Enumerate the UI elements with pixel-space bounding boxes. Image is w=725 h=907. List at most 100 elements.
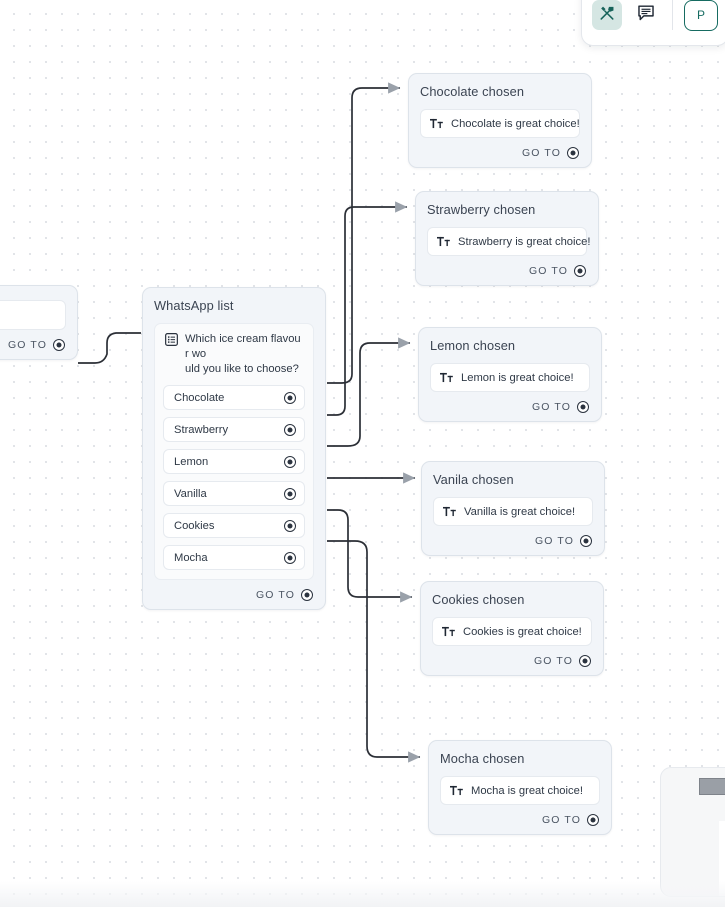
- goto-label: GO TO: [529, 265, 568, 277]
- flow-canvas[interactable]: GO TO WhatsApp list Which ice cream flav…: [0, 0, 725, 907]
- node-title: WhatsApp list: [154, 298, 234, 313]
- list-item[interactable]: Strawberry: [163, 417, 305, 442]
- target-dot-icon[interactable]: [574, 265, 586, 277]
- node-title: Mocha chosen: [440, 751, 525, 766]
- message-row[interactable]: Strawberry is great choice!: [427, 227, 591, 256]
- message-text: Chocolate is great choice!: [451, 117, 580, 130]
- message-text: Cookies is great choice!: [463, 625, 582, 638]
- target-dot-icon[interactable]: [587, 814, 599, 826]
- message-row[interactable]: Chocolate is great choice!: [420, 109, 580, 138]
- goto-row[interactable]: GO TO: [420, 147, 580, 159]
- list-item[interactable]: Cookies: [163, 513, 305, 538]
- node-title: Strawberry chosen: [427, 202, 536, 217]
- list-item[interactable]: Chocolate: [163, 385, 305, 410]
- goto-label: GO TO: [256, 589, 295, 601]
- target-dot-icon[interactable]: [580, 535, 592, 547]
- target-dot-icon[interactable]: [301, 589, 313, 601]
- list-icon: [165, 333, 178, 351]
- edge-chocolate: [327, 82, 401, 384]
- node-title: Vanila chosen: [433, 472, 514, 487]
- text-format-icon: [443, 505, 456, 518]
- node-vanilla-chosen[interactable]: Vanila chosen Vanilla is great choice! G…: [421, 461, 605, 556]
- goto-label: GO TO: [542, 814, 581, 826]
- minimap-viewport[interactable]: [719, 821, 725, 896]
- goto-row[interactable]: GO TO: [440, 814, 600, 826]
- text-format-icon: [440, 371, 453, 384]
- node-whatsapp-list[interactable]: WhatsApp list Which ice cream flavour wo…: [142, 287, 326, 610]
- message-text: Lemon is great choice!: [461, 371, 574, 384]
- prompt-row: Which ice cream flavour wo uld you like …: [163, 332, 305, 385]
- tools-button[interactable]: [592, 0, 622, 30]
- text-format-icon: [437, 235, 450, 248]
- list-item[interactable]: Mocha: [163, 545, 305, 570]
- toolbar-divider: [672, 0, 673, 30]
- goto-label: GO TO: [535, 535, 574, 547]
- node-title: Cookies chosen: [432, 592, 525, 607]
- edge-layer: [78, 82, 421, 763]
- node-chocolate-chosen[interactable]: Chocolate chosen Chocolate is great choi…: [408, 73, 592, 168]
- crossed-tools-icon: [598, 4, 616, 27]
- prompt-line-1: Which ice cream flavour wo: [185, 333, 301, 360]
- goto-label: GO TO: [8, 339, 47, 351]
- list-item[interactable]: Vanilla: [163, 481, 305, 506]
- goto-label: GO TO: [534, 655, 573, 667]
- message-row[interactable]: Mocha is great choice!: [440, 776, 600, 805]
- comments-button[interactable]: [631, 0, 661, 30]
- message-text: Vanilla is great choice!: [464, 505, 576, 518]
- target-dot-icon[interactable]: [284, 423, 296, 436]
- text-format-icon: [430, 117, 443, 130]
- goto-row[interactable]: GO TO: [427, 265, 587, 277]
- target-dot-icon[interactable]: [567, 147, 579, 159]
- list-body: Which ice cream flavour wo uld you like …: [154, 323, 314, 580]
- minimap-panel[interactable]: [660, 767, 725, 897]
- edge-mocha: [327, 540, 421, 763]
- node-title: Chocolate chosen: [420, 84, 525, 99]
- message-text: Strawberry is great choice!: [458, 235, 591, 248]
- target-dot-icon[interactable]: [284, 455, 296, 468]
- node-strawberry-chosen[interactable]: Strawberry chosen Strawberry is great ch…: [415, 191, 599, 286]
- list-item-label: Strawberry: [174, 423, 229, 436]
- prompt-line-2: uld you like to choose?: [185, 363, 299, 375]
- target-dot-icon[interactable]: [284, 519, 296, 532]
- message-row[interactable]: Cookies is great choice!: [432, 617, 592, 646]
- goto-row[interactable]: GO TO: [154, 589, 314, 601]
- message-text: Mocha is great choice!: [471, 784, 583, 797]
- list-item-label: Cookies: [174, 519, 215, 532]
- target-dot-icon[interactable]: [284, 391, 296, 404]
- target-dot-icon[interactable]: [579, 655, 591, 667]
- text-format-icon: [450, 784, 463, 797]
- canvas-bottom-fade: [0, 881, 725, 907]
- minimap-node-chip: [699, 778, 725, 795]
- text-format-icon: [442, 625, 455, 638]
- list-item-label: Lemon: [174, 455, 209, 468]
- edge-left-to-whatsapp: [78, 332, 141, 364]
- goto-row[interactable]: GO TO: [433, 535, 593, 547]
- node-mocha-chosen[interactable]: Mocha chosen Mocha is great choice! GO T…: [428, 740, 612, 835]
- goto-row[interactable]: GO TO: [432, 655, 592, 667]
- target-dot-icon[interactable]: [53, 339, 65, 351]
- target-dot-icon[interactable]: [284, 551, 296, 564]
- message-row[interactable]: Lemon is great choice!: [430, 363, 590, 392]
- message-row[interactable]: Vanilla is great choice!: [433, 497, 593, 526]
- node-cookies-chosen[interactable]: Cookies chosen Cookies is great choice! …: [420, 581, 604, 676]
- goto-row[interactable]: GO TO: [0, 339, 66, 351]
- node-title: Lemon chosen: [430, 338, 516, 353]
- list-item-label: Mocha: [174, 551, 208, 564]
- target-dot-icon[interactable]: [577, 401, 589, 413]
- goto-row[interactable]: GO TO: [430, 401, 590, 413]
- list-item-label: Vanilla: [174, 487, 207, 500]
- primary-action-button[interactable]: P: [684, 0, 718, 31]
- node-lemon-chosen[interactable]: Lemon chosen Lemon is great choice! GO T…: [418, 327, 602, 422]
- goto-label: GO TO: [522, 147, 561, 159]
- list-item-label: Chocolate: [174, 391, 225, 404]
- goto-label: GO TO: [532, 401, 571, 413]
- canvas-toolbar[interactable]: P: [581, 0, 725, 46]
- list-item[interactable]: Lemon: [163, 449, 305, 474]
- node-partial-left[interactable]: GO TO: [0, 285, 78, 360]
- node-partial-field[interactable]: [0, 300, 66, 330]
- edge-strawberry: [327, 201, 408, 416]
- target-dot-icon[interactable]: [284, 487, 296, 500]
- edge-cookies: [327, 509, 413, 603]
- prompt-text: Which ice cream flavour wo uld you like …: [185, 332, 303, 377]
- edge-lemon: [327, 337, 411, 447]
